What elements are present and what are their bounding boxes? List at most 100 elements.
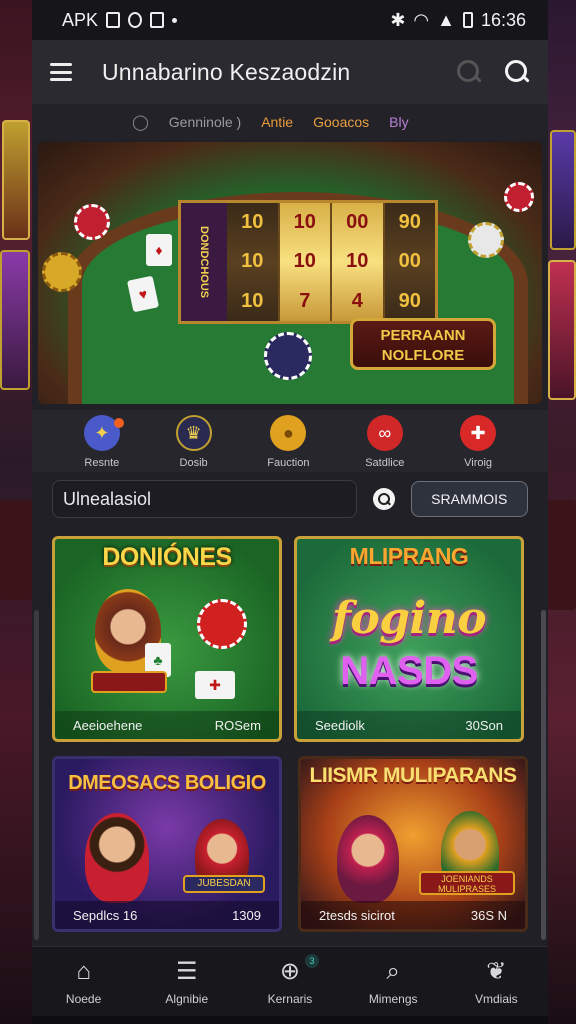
tile-title: LIISMR MULIPARANS: [309, 764, 517, 787]
category-label: Viroig: [464, 457, 493, 469]
nav-label: Mimengs: [368, 991, 418, 1006]
bottom-nav: ⌂ Noede ☰ Algnibie ⊕ 3 Kernaris ⌕ Mimeng…: [32, 946, 548, 1016]
scrollbar[interactable]: [541, 610, 546, 940]
reel: 10 10 7: [279, 203, 332, 321]
character-woman-illustration: [337, 815, 399, 903]
category-item[interactable]: ✚ Viroig: [460, 410, 497, 472]
category-bar: ✦ Resnte ♛ Dosib ● Fauction ∞ Satdlice ✚…: [32, 410, 548, 472]
nav-item-home[interactable]: ⌂ Noede: [39, 958, 129, 1006]
tile-caption: 2tesds sicirot 36S N: [301, 901, 525, 929]
signal-icon: ▲: [437, 9, 455, 30]
chat-icon[interactable]: ◯: [132, 113, 149, 131]
scrollbar[interactable]: [34, 610, 39, 940]
tile-caption-left: 2tesds sicirot: [319, 907, 395, 923]
reel-symbol: 10: [293, 211, 316, 234]
search-icon[interactable]: [456, 59, 482, 85]
nav-item-list[interactable]: ☰ Algnibie: [142, 958, 232, 1006]
download-icon: [106, 12, 121, 28]
gold-coins-icon: [42, 252, 82, 292]
game-tile[interactable]: MLIPRANG fogino NASDS Seediolk 30Son: [294, 536, 524, 742]
reel-symbol: 90: [398, 211, 421, 234]
tile-title: DMEOSACS BOLIGIO: [68, 772, 266, 794]
category-label: Resnte: [84, 457, 120, 469]
poker-chip-icon: [197, 599, 247, 649]
game-tile[interactable]: DMEOSACS BOLIGIO JUBESDAN Sepdlcs 16 130…: [52, 756, 282, 932]
search-icon[interactable]: [372, 488, 395, 510]
filter-item[interactable]: Antie: [261, 114, 293, 130]
app-bar: Unnabarino Keszaodzin: [32, 40, 548, 104]
alert-icon: [128, 12, 143, 28]
bluetooth-icon: ✱: [390, 9, 406, 30]
crown-icon: ♛: [175, 415, 212, 451]
playing-card-icon: ✚: [195, 671, 235, 699]
coin-icon: ●: [270, 415, 307, 451]
search-input[interactable]: Ulnealasiol: [52, 480, 357, 518]
slot-machine-deco: [548, 260, 576, 400]
category-item[interactable]: ∞ Satdlice: [365, 410, 404, 472]
category-item[interactable]: ● Fauction: [267, 410, 310, 472]
playing-card-icon: ♦: [146, 234, 172, 266]
tile-title: DONIÓNES: [102, 543, 232, 571]
list-icon: ☰: [176, 957, 198, 985]
game-tile[interactable]: LIISMR MULIPARANS JOENIANDS MULIPRASES 2…: [298, 756, 528, 932]
tile-badge: JOENIANDS MULIPRASES: [419, 871, 515, 895]
image-icon: [150, 12, 165, 28]
infinity-icon: ∞: [366, 415, 403, 451]
slot-machine-deco: [0, 250, 30, 390]
plus-icon: ✚: [460, 415, 497, 451]
chair-deco: [546, 500, 576, 610]
app-title: Unnabarino Keszaodzin: [102, 58, 351, 85]
tile-caption: Aeeioehene ROSem: [55, 711, 279, 739]
reel-symbol: 7: [299, 289, 311, 312]
nav-item-search[interactable]: ⌕ Mimengs: [348, 958, 438, 1006]
poker-chip-icon: [74, 204, 110, 240]
phone-screen: APK ✱ ◠ ▲ 16:36 Unnabarino Keszaodzin ◯ …: [32, 0, 548, 1024]
reel-symbol: 10: [241, 289, 264, 312]
leaf-icon: ❦: [486, 957, 507, 985]
category-item[interactable]: ✦ Resnte: [83, 410, 124, 472]
filter-item[interactable]: Bly: [389, 114, 408, 130]
search-icon: ⌕: [386, 957, 400, 985]
wifi-icon: ◠: [413, 9, 430, 30]
category-label: Fauction: [267, 457, 310, 469]
nav-label: Algnibie: [165, 991, 209, 1006]
nav-label: Vmdiais: [475, 991, 518, 1006]
search-button[interactable]: SRAMMOIS: [410, 481, 528, 517]
filter-item[interactable]: Gooacos: [313, 114, 369, 130]
tile-caption-left: Seediolk: [315, 717, 365, 733]
poker-chip-icon: [504, 182, 534, 212]
home-icon: ⌂: [76, 957, 91, 985]
hero-banner[interactable]: DONDCHOUS 10 10 10 10 10 7 00 10 4 90 00 90 ♦ ♥ …: [38, 142, 542, 404]
status-bar: APK ✱ ◠ ▲ 16:36: [32, 0, 548, 40]
nav-item-leaf[interactable]: ❦ Vmdiais: [451, 958, 541, 1006]
reel: 90 00 90: [384, 203, 435, 321]
reel-side-label: DONDCHOUS: [181, 203, 227, 321]
reel: 10 10 10: [227, 203, 280, 321]
chair-deco: [0, 500, 32, 600]
notification-dot-icon: [172, 17, 178, 23]
nav-label: Noede: [65, 991, 102, 1006]
compass-icon: ⊕: [279, 957, 301, 985]
nav-item-compass[interactable]: ⊕ 3 Kernaris: [245, 953, 335, 1006]
reel-symbol: 10: [241, 211, 264, 234]
filter-item[interactable]: Genninole ): [169, 114, 241, 130]
filter-row: ◯ Genninole ) Antie Gooacos Bly: [32, 104, 548, 140]
tile-caption-right: 30Son: [465, 717, 503, 733]
tile-caption: Sepdlcs 16 1309: [55, 901, 279, 929]
battery-icon: [462, 12, 473, 28]
search-icon[interactable]: [504, 59, 530, 85]
tile-caption-right: 36S N: [470, 907, 507, 923]
reel-symbol: 10: [293, 250, 316, 273]
category-item[interactable]: ♛ Dosib: [175, 410, 212, 472]
background-right-casino: [546, 0, 576, 1024]
category-label: Dosib: [179, 457, 208, 469]
reel: 00 10 4: [332, 203, 385, 321]
game-tile[interactable]: DONIÓNES ♣ ✚ Aeeioehene ROSem: [52, 536, 282, 742]
tile-caption-left: Aeeioehene: [73, 717, 143, 733]
menu-icon[interactable]: [50, 63, 72, 81]
tile-logo-text: NASDS: [340, 649, 478, 693]
tile-title: MLIPRANG: [349, 543, 469, 569]
nav-label: Kernaris: [267, 991, 313, 1006]
slot-machine-deco: [2, 120, 30, 240]
category-label: Satdlice: [365, 457, 405, 469]
